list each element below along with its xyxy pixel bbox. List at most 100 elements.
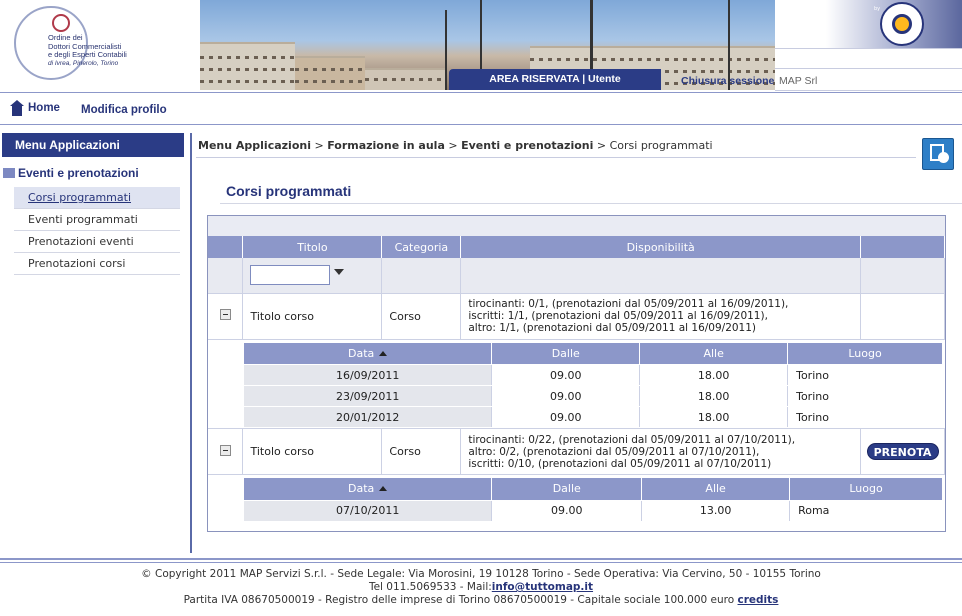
user-help-icon[interactable] — [922, 138, 954, 170]
session-date: 16/09/2011 — [244, 364, 492, 386]
availability-line: altro: 1/1, (prenotazioni dal 05/09/2011… — [468, 322, 757, 334]
column-header-to[interactable]: Alle — [641, 478, 791, 501]
footer-vat: Partita IVA 08670500019 - Registro delle… — [183, 594, 735, 606]
sidebar-item-prenotazioni-corsi[interactable]: Prenotazioni corsi — [14, 253, 180, 275]
sort-asc-icon — [379, 486, 388, 492]
logo-line: di Ivrea, Pinerolo, Torino — [48, 59, 119, 67]
org-logo: Ordine dei Dottori Commercialisti e degl… — [0, 0, 200, 90]
divider — [775, 90, 962, 91]
table-row: Titolo corso Corso tirocinanti: 0/1, (pr… — [208, 293, 945, 340]
home-link[interactable]: Home — [10, 100, 60, 116]
column-header-category[interactable]: Categoria — [381, 236, 462, 258]
edit-profile-link[interactable]: Modifica profilo — [81, 104, 167, 116]
sidebar-item-prenotazioni-eventi[interactable]: Prenotazioni eventi — [14, 231, 180, 253]
header-divider — [0, 92, 962, 93]
column-header-action — [860, 236, 945, 258]
breadcrumb-item[interactable]: Menu Applicazioni — [198, 139, 311, 152]
column-header-from[interactable]: Dalle — [491, 342, 641, 365]
home-label: Home — [28, 102, 60, 114]
column-header-date[interactable]: Data — [244, 342, 493, 365]
session-to: 18.00 — [639, 364, 788, 386]
grid-toolbar — [208, 216, 945, 236]
session-row: 07/10/2011 09.00 13.00 Roma — [244, 500, 943, 522]
user-name: MAP Srl — [779, 75, 818, 87]
sidebar-section[interactable]: Eventi e prenotazioni — [3, 166, 139, 180]
session-place: Torino — [787, 406, 943, 428]
course-title: Titolo corso — [242, 428, 383, 475]
session-row: 23/09/2011 09.00 18.00 Torino — [244, 385, 943, 407]
footer-email-link[interactable]: info@tuttomap.it — [492, 581, 593, 593]
date-header-label: Data — [348, 346, 375, 360]
availability-line: tirocinanti: 0/1, (prenotazioni dal 05/0… — [468, 298, 789, 310]
column-header-place[interactable]: Luogo — [787, 342, 943, 365]
course-title: Titolo corso — [242, 293, 383, 340]
availability-line: iscritti: 1/1, (prenotazioni dal 05/09/2… — [468, 310, 768, 322]
section-label: Eventi e prenotazioni — [18, 166, 139, 180]
session-row: 16/09/2011 09.00 18.00 Torino — [244, 364, 943, 386]
course-category: Corso — [381, 428, 462, 475]
filter-icon[interactable] — [334, 268, 345, 275]
map-logo-icon — [892, 14, 912, 34]
table-row: Titolo corso Corso tirocinanti: 0/22, (p… — [208, 428, 945, 475]
breadcrumb-item[interactable]: Eventi e prenotazioni — [461, 139, 593, 152]
footer-copyright: © Copyright 2011 MAP Servizi S.r.l. - Se… — [141, 568, 821, 580]
breadcrumb-divider — [196, 157, 916, 158]
column-header-place[interactable]: Luogo — [789, 478, 943, 501]
footer-divider — [0, 558, 962, 560]
session-date: 23/09/2011 — [244, 385, 492, 407]
sidebar-item-eventi-programmati[interactable]: Eventi programmati — [14, 209, 180, 231]
title-divider — [220, 203, 962, 204]
column-header-from[interactable]: Dalle — [491, 478, 643, 501]
column-header-to[interactable]: Alle — [639, 342, 789, 365]
breadcrumb: Menu Applicazioni > Formazione in aula >… — [198, 139, 713, 152]
collapse-icon[interactable] — [219, 444, 231, 456]
section-icon — [3, 168, 15, 178]
course-category: Corso — [381, 293, 462, 340]
page-title: Corsi programmati — [226, 183, 352, 199]
collapse-icon[interactable] — [219, 309, 231, 320]
session-to: 18.00 — [639, 385, 788, 407]
session-place: Torino — [787, 364, 943, 386]
column-header-availability[interactable]: Disponibilità — [460, 236, 861, 258]
date-header-label: Data — [348, 482, 375, 496]
sessions-row: Data Dalle Alle Luogo 07/10/2011 09.00 1… — [208, 475, 945, 522]
map-by-label: by — [874, 6, 881, 12]
session-place: Torino — [787, 385, 943, 407]
session-date: 07/10/2011 — [244, 500, 492, 522]
column-header-title[interactable]: Titolo — [242, 236, 383, 258]
session-place: Roma — [789, 500, 943, 522]
footer-tel: Tel 011.5069533 - Mail: — [368, 581, 492, 593]
sessions-table: Data Dalle Alle Luogo 07/10/2011 09.00 1… — [244, 478, 943, 522]
availability-line: tirocinanti: 0/22, (prenotazioni dal 05/… — [468, 433, 796, 446]
filter-row — [208, 258, 945, 294]
sessions-row: Data Dalle Alle Luogo 16/09/2011 09.00 1… — [208, 339, 945, 429]
session-from: 09.00 — [491, 364, 640, 386]
session-from: 09.00 — [491, 385, 640, 407]
session-to: 18.00 — [639, 406, 788, 428]
divider — [775, 68, 962, 69]
course-availability: tirocinanti: 0/1, (prenotazioni dal 05/0… — [460, 293, 861, 340]
session-row: 20/01/2012 09.00 18.00 Torino — [244, 406, 943, 428]
book-button[interactable]: PRENOTA — [866, 443, 939, 460]
sidebar-item-corsi-programmati[interactable]: Corsi programmati — [14, 187, 180, 209]
credits-link[interactable]: credits — [738, 594, 779, 606]
column-header-date[interactable]: Data — [244, 478, 493, 501]
breadcrumb-sep: > — [310, 139, 328, 152]
footer-contacts: Tel 011.5069533 - Mail:info@tuttomap.it — [0, 581, 962, 593]
session-from: 09.00 — [491, 406, 640, 428]
availability-line: iscritti: 0/10, (prenotazioni dal 05/09/… — [468, 457, 772, 470]
breadcrumb-item[interactable]: Formazione in aula — [327, 139, 445, 152]
reserved-area-tab[interactable]: AREA RISERVATA | Utente — [449, 69, 661, 90]
title-filter-input[interactable] — [250, 265, 331, 286]
sort-asc-icon — [379, 350, 388, 356]
courses-grid: Titolo Categoria Disponibilità Titolo co… — [207, 215, 946, 532]
divider — [775, 48, 962, 49]
seal-icon — [52, 14, 70, 32]
breadcrumb-sep: > — [593, 139, 610, 152]
footer-legal: Partita IVA 08670500019 - Registro delle… — [0, 594, 962, 606]
footer-divider — [0, 562, 962, 563]
sidebar-separator — [190, 133, 192, 553]
logout-link[interactable]: Chiusura sessione — [681, 75, 774, 87]
column-header-expand — [208, 236, 244, 258]
nav-divider — [0, 124, 962, 125]
